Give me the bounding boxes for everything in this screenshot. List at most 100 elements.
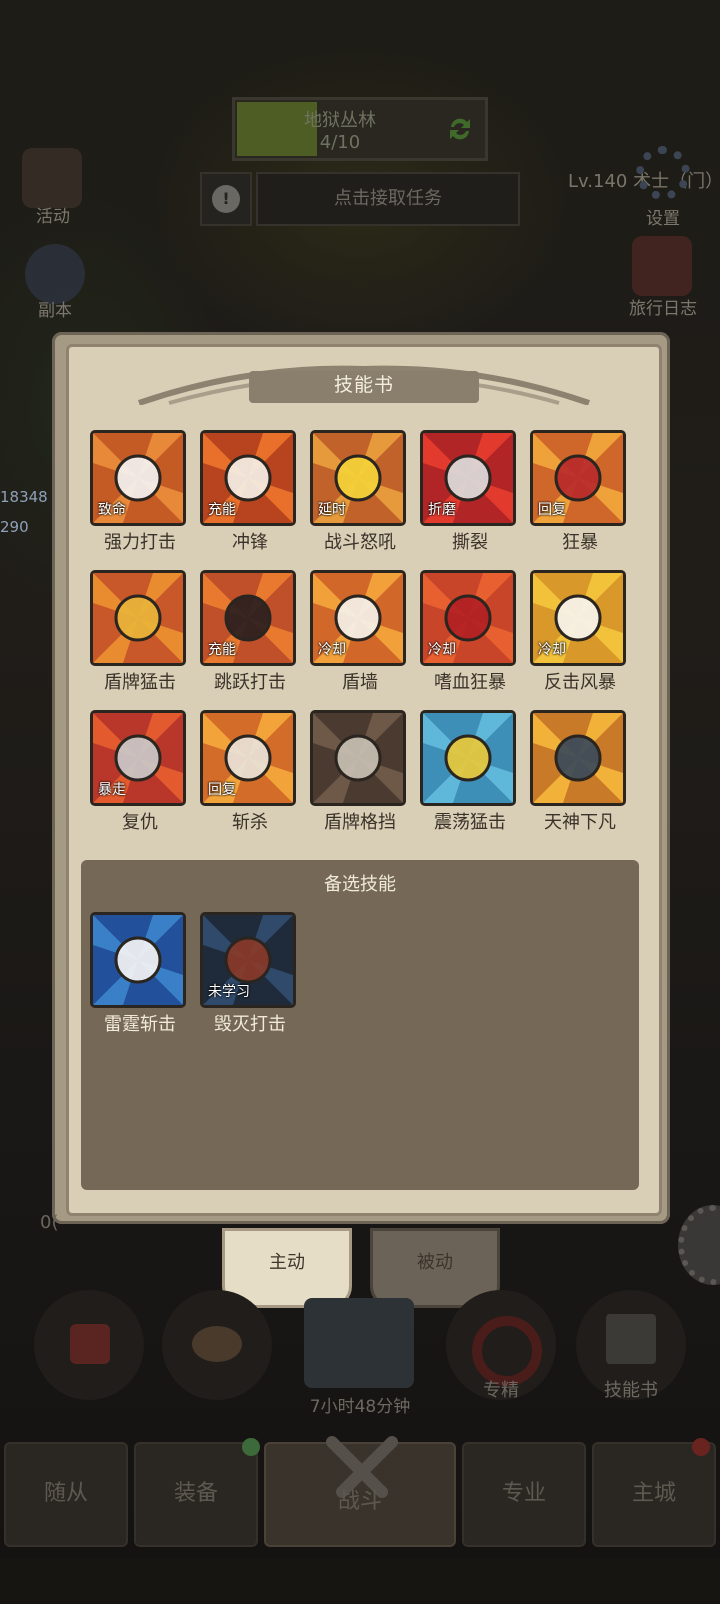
tab-active-label: 主动: [269, 1252, 305, 1273]
nav-followers[interactable]: 随从: [4, 1442, 128, 1547]
reserve-title: 备选技能: [324, 874, 396, 895]
skill-card[interactable]: 延时战斗怒吼: [310, 430, 410, 553]
stray-text: 0(: [40, 1212, 59, 1233]
skill-card[interactable]: 震荡猛击: [420, 710, 520, 833]
skill-tag: 冷却: [538, 642, 566, 658]
skill-tag: 充能: [208, 642, 236, 658]
skill-card[interactable]: 冷却 盾墙: [310, 570, 410, 693]
skill-card[interactable]: 暴走复仇: [90, 710, 190, 833]
journal-label: 旅行日志: [629, 299, 697, 319]
dungeon-label: 副本: [38, 301, 72, 321]
skill-card[interactable]: 盾牌猛击: [90, 570, 190, 693]
concussive-blow-icon: [420, 710, 516, 806]
skill-tag: 回复: [538, 502, 566, 518]
activity-icon[interactable]: [22, 148, 82, 208]
skill-card[interactable]: 未学习毁灭打击: [200, 912, 300, 1035]
berserk-hood-icon: 回复: [530, 430, 626, 526]
task-alert-icon[interactable]: !: [200, 172, 252, 226]
skill-name: 天神下凡: [544, 812, 616, 833]
skill-name: 雷霆斩击: [104, 1014, 176, 1035]
skill-tag: 未学习: [208, 984, 250, 1000]
skill-name: 盾牌格挡: [324, 812, 396, 833]
nav-equipment[interactable]: 装备: [134, 1438, 260, 1547]
refresh-icon[interactable]: [445, 114, 475, 144]
treasure-chest-icon[interactable]: [304, 1298, 414, 1388]
nav-battle-label: 战斗: [337, 1489, 382, 1514]
settings-label: 设置: [646, 209, 680, 229]
skill-name: 嗜血狂暴: [434, 672, 506, 693]
shield-block-icon: [310, 710, 406, 806]
task-button[interactable]: 点击接取任务: [256, 172, 520, 226]
leap-icon: 充能: [200, 570, 296, 666]
skill-name: 震荡猛击: [434, 812, 506, 833]
notification-dot: [242, 1438, 260, 1456]
skill-tag: 充能: [208, 502, 236, 518]
charge-icon: 充能: [200, 430, 296, 526]
dungeon-icon[interactable]: [25, 244, 85, 304]
rend-icon: 折磨: [420, 430, 516, 526]
skill-name: 战斗怒吼: [324, 532, 396, 553]
devastate-icon: 未学习: [200, 912, 296, 1008]
shout-icon: 延时: [310, 430, 406, 526]
nav-battle[interactable]: 战斗: [264, 1436, 456, 1547]
skill-card[interactable]: 充能冲锋: [200, 430, 300, 553]
potion-icon[interactable]: [34, 1290, 144, 1400]
thunder-slash-icon: [90, 912, 186, 1008]
skill-tag: 延时: [318, 502, 346, 518]
progress-text: 4/10: [319, 132, 361, 153]
title-banner: 技能书: [129, 365, 599, 405]
skill-name: 盾牌猛击: [104, 672, 176, 693]
skill-name: 复仇: [122, 812, 158, 833]
area-name: 地狱丛林: [304, 110, 376, 131]
skill-tag: 回复: [208, 782, 236, 798]
activity-label: 活动: [36, 207, 70, 227]
skill-name: 狂暴: [562, 532, 598, 553]
nav-equipment-label: 装备: [173, 1481, 218, 1506]
tab-passive-label: 被动: [417, 1252, 453, 1273]
skill-card[interactable]: 致命 强力打击: [90, 430, 190, 553]
shield-wall-icon: 冷却: [310, 570, 406, 666]
specialty-label: 专精: [483, 1380, 519, 1401]
nav-profession[interactable]: 专业: [462, 1442, 586, 1547]
skill-tag: 暴走: [98, 782, 126, 798]
skill-name: 撕裂: [452, 532, 488, 553]
counter-storm-icon: 冷却: [530, 570, 626, 666]
skill-card[interactable]: 回复狂暴: [530, 430, 630, 553]
skill-tag: 冷却: [428, 642, 456, 658]
nav-main-city[interactable]: 主城: [592, 1438, 716, 1547]
bread-icon[interactable]: [162, 1290, 272, 1400]
skill-tag: 冷却: [318, 642, 346, 658]
shield-fist-icon: [90, 570, 186, 666]
skillbook-dock-label: 技能书: [604, 1380, 658, 1401]
stat-value-2: 290: [0, 518, 29, 536]
skill-name: 反击风暴: [544, 672, 616, 693]
task-text: 点击接取任务: [334, 188, 442, 209]
skill-card[interactable]: 冷却反击风暴: [530, 570, 630, 693]
nav-profession-label: 专业: [501, 1481, 546, 1506]
skill-card[interactable]: 折磨撕裂: [420, 430, 520, 553]
sword-icon: 致命: [90, 430, 186, 526]
execute-icon: 回复: [200, 710, 296, 806]
alert-dot: [692, 1438, 710, 1456]
skill-name: 冲锋: [232, 532, 268, 553]
avatar-icon: [530, 710, 626, 806]
skill-tag: 致命: [98, 502, 126, 518]
journal-icon[interactable]: [632, 236, 692, 296]
skill-card[interactable]: 冷却嗜血狂暴: [420, 570, 520, 693]
panel-title: 技能书: [333, 374, 394, 396]
skill-card[interactable]: 盾牌格挡: [310, 710, 410, 833]
skill-tag: 折磨: [428, 502, 456, 518]
skill-card[interactable]: 雷霆斩击: [90, 912, 190, 1035]
area-progress-bar[interactable]: 地狱丛林 4/10: [232, 97, 488, 161]
chest-timer: 7小时48分钟: [309, 1397, 411, 1417]
skill-card[interactable]: 充能跳跃打击: [200, 570, 300, 693]
skill-name: 跳跃打击: [214, 672, 286, 693]
revenge-sword-icon: 暴走: [90, 710, 186, 806]
skill-name: 斩杀: [232, 812, 268, 833]
skill-name: 毁灭打击: [214, 1014, 286, 1035]
skill-card[interactable]: 天神下凡: [530, 710, 630, 833]
nav-followers-label: 随从: [43, 1481, 88, 1506]
nav-main-city-label: 主城: [631, 1481, 676, 1506]
skill-card[interactable]: 回复斩杀: [200, 710, 300, 833]
settings-gear-icon[interactable]: [636, 146, 690, 200]
